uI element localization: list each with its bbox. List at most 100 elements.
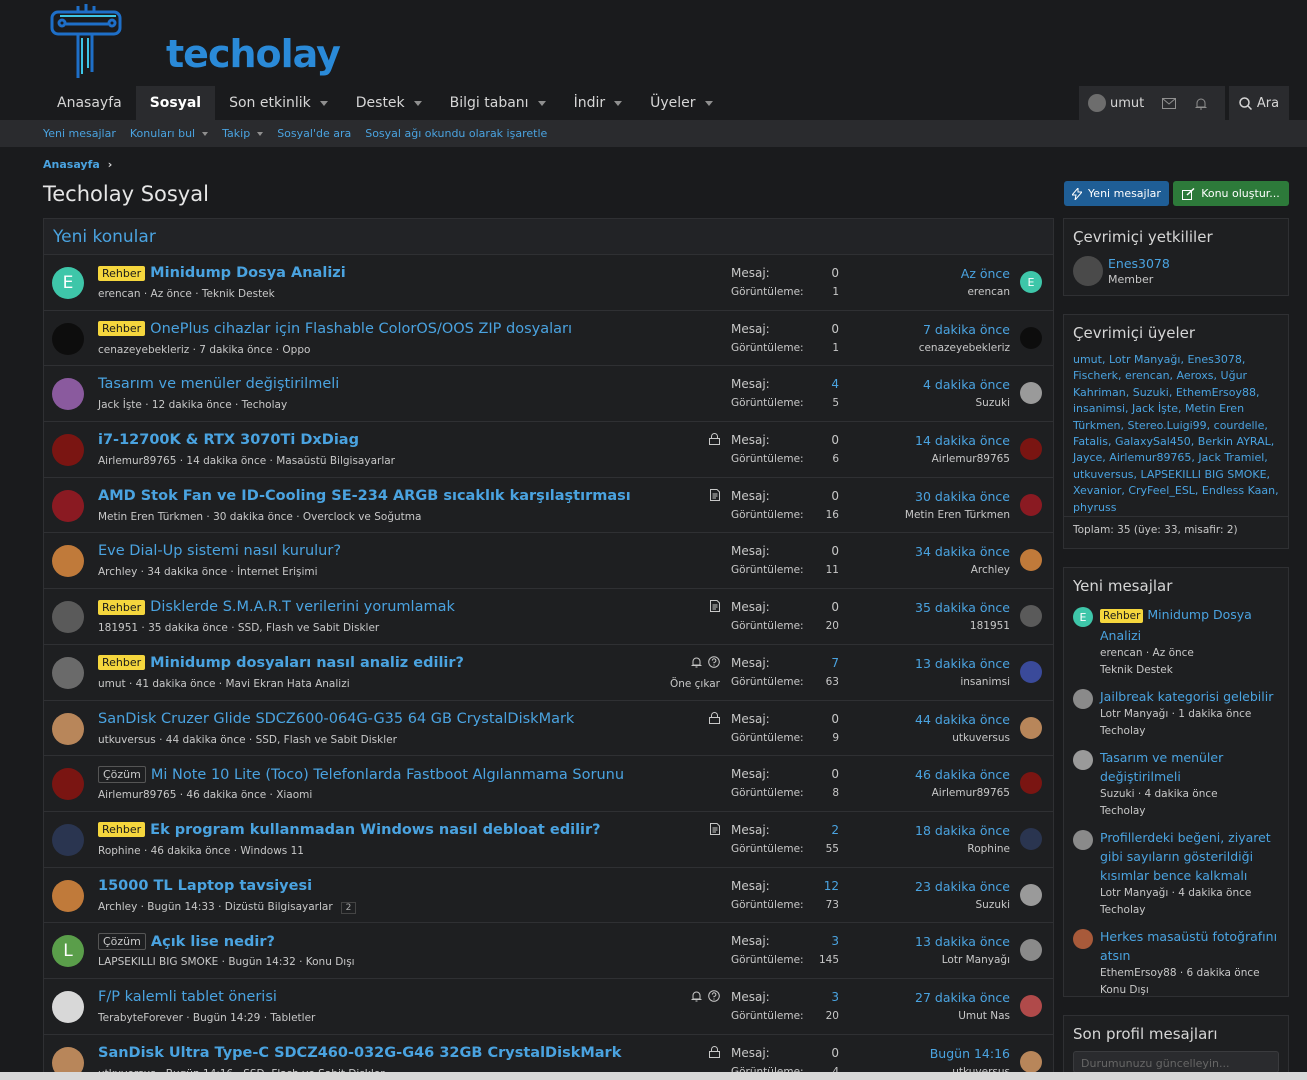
last-post-time[interactable]: 44 dakika önce <box>915 712 1010 727</box>
user-menu[interactable]: umut <box>1079 86 1225 120</box>
last-post-time[interactable]: 18 dakika önce <box>915 823 1010 838</box>
profile-posts-title[interactable]: Son profil mesajları <box>1064 1016 1288 1049</box>
nav-tab-home[interactable]: Anasayfa <box>43 86 136 120</box>
thread-title[interactable]: i7-12700K & RTX 3070Ti DxDiag <box>98 432 359 448</box>
subnav-new-posts[interactable]: Yeni mesajlar <box>43 127 116 140</box>
avatar[interactable]: E <box>1020 271 1042 293</box>
avatar[interactable]: E <box>1073 607 1093 627</box>
new-posts-button[interactable]: Yeni mesajlar <box>1064 181 1169 206</box>
avatar[interactable] <box>52 601 84 634</box>
nav-tab-support[interactable]: Destek <box>342 86 436 120</box>
thread-row[interactable]: AMD Stok Fan ve ID-Cooling SE-234 ARGB s… <box>44 478 1053 534</box>
thread-meta-text[interactable]: Archley · 34 dakika önce · İnternet Eriş… <box>98 566 318 578</box>
avatar[interactable] <box>1020 438 1042 461</box>
replies-count[interactable]: 3 <box>799 990 839 1004</box>
avatar[interactable] <box>52 879 84 912</box>
thread-meta-text[interactable]: LAPSEKILLI BIG SMOKE · Bugün 14:32 · Kon… <box>98 956 355 968</box>
create-thread-button[interactable]: Konu oluştur... <box>1173 181 1289 206</box>
avatar[interactable] <box>52 712 84 745</box>
new-post-forum[interactable]: Teknik Destek <box>1100 662 1279 679</box>
thread-row[interactable]: Çözüm Mi Note 10 Lite (Toco) Telefonlard… <box>44 756 1053 812</box>
last-post-user[interactable]: insanimsi <box>960 676 1010 688</box>
chevron-down-icon[interactable] <box>202 131 209 136</box>
thread-title[interactable]: Tasarım ve menüler değiştirilmeli <box>98 376 339 392</box>
thread-row[interactable]: Eve Dial-Up sistemi nasıl kurulur? Archl… <box>44 533 1053 590</box>
new-post-forum[interactable]: Techolay <box>1100 723 1273 740</box>
last-post-user[interactable]: Suzuki <box>976 397 1010 409</box>
thread-title[interactable]: F/P kalemli tablet önerisi <box>98 989 277 1005</box>
avatar[interactable] <box>1020 382 1042 405</box>
block-title[interactable]: Yeni konular <box>44 219 1053 255</box>
new-post-meta[interactable]: Lotr Manyağı · 1 dakika önce <box>1100 706 1273 723</box>
last-post-time[interactable]: Az önce <box>961 266 1010 281</box>
thread-title[interactable]: OnePlus cihazlar için Flashable ColorOS/… <box>150 321 572 337</box>
thread-title[interactable]: Minidump Dosya Analizi <box>150 265 346 281</box>
thread-title[interactable]: SanDisk Ultra Type-C SDCZ460-032G-G46 32… <box>98 1045 621 1061</box>
chevron-down-icon[interactable] <box>319 100 328 106</box>
chevron-down-icon[interactable] <box>537 100 546 106</box>
avatar[interactable]: L <box>52 935 84 968</box>
avatar[interactable] <box>1020 493 1042 516</box>
thread-meta-text[interactable]: Airlemur89765 · 14 dakika önce · Masaüst… <box>98 455 395 467</box>
prefix-label[interactable]: Rehber <box>1100 609 1144 623</box>
last-post-time[interactable]: 35 dakika önce <box>915 600 1010 615</box>
subnav-watched[interactable]: Takip <box>222 127 264 140</box>
prefix-label[interactable]: Rehber <box>98 822 146 838</box>
avatar[interactable] <box>52 823 84 856</box>
thread-meta-text[interactable]: Archley · Bugün 14:33 · Dizüstü Bilgisay… <box>98 901 333 913</box>
last-post-time[interactable]: Bugün 14:16 <box>930 1046 1010 1061</box>
chevron-down-icon[interactable] <box>413 100 422 106</box>
breadcrumb-home[interactable]: Anasayfa <box>43 158 100 171</box>
chevron-down-icon[interactable] <box>257 131 264 136</box>
new-post-title[interactable]: Tasarım ve menüler değiştirilmeli <box>1100 750 1223 784</box>
thread-row[interactable]: Rehber Ek program kullanmadan Windows na… <box>44 812 1053 868</box>
thread-row[interactable]: 15000 TL Laptop tavsiyesi Archley · Bugü… <box>44 868 1053 924</box>
thread-title[interactable]: Disklerde S.M.A.R.T verilerini yorumlama… <box>150 599 455 615</box>
prefix-label[interactable]: Rehber <box>98 265 146 281</box>
avatar[interactable] <box>1073 929 1093 949</box>
last-post-user[interactable]: 181951 <box>970 620 1010 632</box>
avatar[interactable]: E <box>52 267 84 299</box>
nav-tab-recent[interactable]: Son etkinlik <box>215 86 342 120</box>
last-post-time[interactable]: 13 dakika önce <box>915 656 1010 671</box>
last-post-time[interactable]: 14 dakika önce <box>915 433 1010 448</box>
online-members-list[interactable]: umut, Lotr Manyağı, Enes3078, Fischerk, … <box>1064 348 1288 516</box>
thread-row[interactable]: SanDisk Cruzer Glide SDCZ600-064G-G35 64… <box>44 701 1053 757</box>
replies-count[interactable]: 3 <box>799 934 839 948</box>
thread-title[interactable]: Ek program kullanmadan Windows nasıl deb… <box>150 822 600 838</box>
last-post-user[interactable]: Airlemur89765 <box>932 787 1010 799</box>
thread-row[interactable]: Rehber Minidump dosyaları nasıl analiz e… <box>44 645 1053 701</box>
avatar[interactable] <box>1073 750 1093 770</box>
last-post-user[interactable]: utkuversus <box>952 732 1010 744</box>
user-name[interactable]: umut <box>1110 96 1144 111</box>
horizontal-scrollbar[interactable] <box>0 1072 1307 1080</box>
prefix-label[interactable]: Rehber <box>98 321 146 337</box>
thread-title[interactable]: Eve Dial-Up sistemi nasıl kurulur? <box>98 543 341 559</box>
thread-row[interactable]: Rehber Disklerde S.M.A.R.T verilerini yo… <box>44 589 1053 645</box>
prefix-label[interactable]: Çözüm <box>98 766 146 784</box>
last-post-time[interactable]: 4 dakika önce <box>923 377 1010 392</box>
last-post-user[interactable]: Airlemur89765 <box>932 453 1010 465</box>
avatar[interactable] <box>52 489 84 522</box>
avatar[interactable] <box>1020 939 1042 962</box>
avatar[interactable] <box>1020 994 1042 1017</box>
avatar[interactable] <box>52 990 84 1023</box>
avatar[interactable] <box>52 545 84 578</box>
avatar[interactable] <box>1020 660 1042 683</box>
inbox-icon[interactable] <box>1162 96 1177 110</box>
nav-tab-members[interactable]: Üyeler <box>636 86 726 120</box>
nav-tab-social[interactable]: Sosyal <box>135 86 216 120</box>
staff-name[interactable]: Enes3078 <box>1108 256 1170 271</box>
avatar[interactable] <box>1020 1050 1042 1073</box>
search-button[interactable]: Ara <box>1229 86 1289 120</box>
thread-row[interactable]: L Çözüm Açık lise nedir? LAPSEKILLI BIG … <box>44 923 1053 979</box>
thread-meta-text[interactable]: erencan · Az önce · Teknik Destek <box>98 288 275 300</box>
status-input[interactable]: Durumunuzu güncelleyin... <box>1073 1051 1279 1073</box>
avatar[interactable] <box>52 322 84 355</box>
new-post-meta[interactable]: erencan · Az önce <box>1100 645 1279 662</box>
subnav-mark-read[interactable]: Sosyal ağı okundu olarak işaretle <box>365 127 547 140</box>
new-post-forum[interactable]: Techolay <box>1100 803 1279 820</box>
thread-meta-text[interactable]: Metin Eren Türkmen · 30 dakika önce · Ov… <box>98 511 421 523</box>
nav-tab-download[interactable]: İndir <box>560 86 637 120</box>
thread-row[interactable]: F/P kalemli tablet önerisi TerabyteForev… <box>44 979 1053 1035</box>
